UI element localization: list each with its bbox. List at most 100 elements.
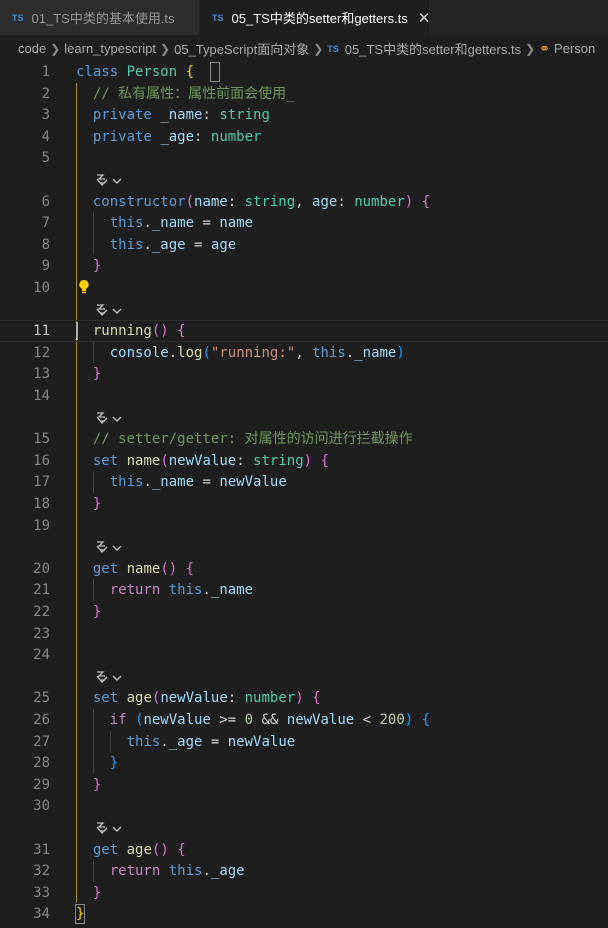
copilot-sparkle-icon[interactable] [94, 819, 214, 837]
code-editor[interactable]: 1 class Person {2 // 私有属性：属性前面会使用_ 3 priva… [0, 60, 608, 928]
code-line: 12 console.log("running:", this._name) [0, 342, 608, 364]
line-number: 17 [33, 474, 50, 491]
chevron-right-icon: ❯ [313, 41, 324, 56]
code-token: this [109, 474, 144, 491]
code-token: set [92, 690, 119, 707]
breadcrumb-item-file[interactable]: 05_TS中类的setter和getters.ts [345, 39, 521, 58]
code-line: 4 private _age: number [0, 126, 608, 148]
code-token: , [295, 193, 313, 210]
breadcrumb-item-learn-typescript[interactable]: learn_typescript [64, 41, 156, 56]
code-token: return [109, 863, 161, 880]
line-number: 16 [33, 452, 50, 469]
copilot-sparkle-icon[interactable] [94, 538, 214, 556]
tab-01-ts-basic[interactable]: TS 01_TS中类的基本使用.ts [0, 0, 200, 35]
code-token: if [109, 712, 127, 728]
breadcrumb-item-symbol[interactable]: Person [554, 41, 595, 56]
line-number: 10 [33, 280, 50, 296]
code-token: newValue [160, 690, 228, 707]
code-token: { [421, 193, 431, 210]
code-text: running() { [76, 321, 186, 341]
breadcrumb-item-folder[interactable]: 05_TypeScript面向对象 [174, 39, 309, 58]
code-line: 10 [0, 277, 608, 299]
code-text: } [76, 774, 101, 796]
code-token: set [92, 452, 119, 469]
code-line: 1 class Person { [0, 61, 608, 83]
line-number: 22 [33, 604, 50, 620]
code-token: class [76, 64, 119, 80]
code-token: . [143, 215, 152, 232]
code-token: } [92, 776, 102, 793]
code-token: ) [404, 193, 414, 210]
code-text: return this._age [76, 860, 245, 882]
close-icon[interactable]: ✕ [418, 9, 431, 27]
code-text: console.log("running:", this._name) [76, 342, 405, 364]
code-token: = [202, 733, 228, 750]
code-text: } [76, 882, 101, 904]
code-line: 23 [0, 623, 608, 645]
code-text: } [76, 493, 101, 515]
code-line: 6 constructor(name: string, age: number)… [0, 191, 608, 213]
line-number: 4 [41, 128, 50, 145]
code-line: 9 } [0, 255, 608, 277]
code-token: running [92, 323, 152, 340]
code-token: { [177, 323, 186, 340]
code-token: newValue [219, 474, 287, 491]
code-line: 5 [0, 147, 608, 169]
code-token: return [109, 582, 161, 599]
code-line: 25 set age(newValue: number) { [0, 687, 608, 709]
chevron-right-icon: ❯ [525, 41, 536, 56]
lightbulb-icon[interactable] [77, 279, 91, 299]
line-number: 12 [33, 344, 50, 361]
code-token: _age [160, 128, 195, 145]
tab-bar-empty-space [430, 0, 608, 35]
code-text: return this._name [76, 579, 253, 601]
code-line: 22 } [0, 601, 608, 623]
copilot-sparkle-icon[interactable] [94, 409, 214, 427]
code-token: name [194, 193, 228, 210]
code-line: 29 } [0, 774, 608, 796]
code-token: name [126, 560, 161, 577]
text-cursor [76, 322, 78, 341]
code-token: . [202, 582, 211, 599]
tab-05-setter-getters[interactable]: TS 05_TS中类的setter和getters.ts ✕ [200, 0, 430, 35]
code-line: 18 } [0, 493, 608, 515]
copilot-sparkle-icon[interactable] [94, 668, 214, 686]
code-token: _name [151, 215, 195, 232]
code-token: } [109, 755, 119, 772]
code-token: age [126, 690, 152, 707]
code-line: 32 return this._age [0, 860, 608, 882]
code-text: if (newValue >= 0 && newValue < 200) { [76, 709, 430, 731]
code-line: 28 } [0, 752, 608, 774]
line-number: 3 [41, 107, 50, 124]
code-line: 3 private _name: string [0, 104, 608, 126]
code-token: _name [354, 344, 397, 361]
line-number: 33 [33, 884, 50, 901]
code-token: number [210, 128, 262, 145]
code-token: . [345, 344, 355, 361]
bracket-match-highlight [209, 62, 221, 82]
code-token: } [92, 496, 102, 512]
code-token: . [168, 344, 178, 361]
code-token: : [227, 193, 245, 210]
copilot-sparkle-icon[interactable] [94, 301, 214, 319]
code-token: age [312, 193, 338, 210]
code-token: () [151, 323, 169, 340]
breadcrumb-item-code[interactable]: code [18, 41, 46, 56]
code-line: 30 [0, 795, 608, 817]
code-token: ( [202, 344, 211, 361]
copilot-sparkle-icon[interactable] [94, 171, 214, 189]
code-text: private _age: number [76, 126, 262, 148]
line-number: 14 [33, 388, 50, 404]
code-text: set age(newValue: number) { [76, 687, 321, 709]
line-number: 5 [41, 150, 50, 167]
